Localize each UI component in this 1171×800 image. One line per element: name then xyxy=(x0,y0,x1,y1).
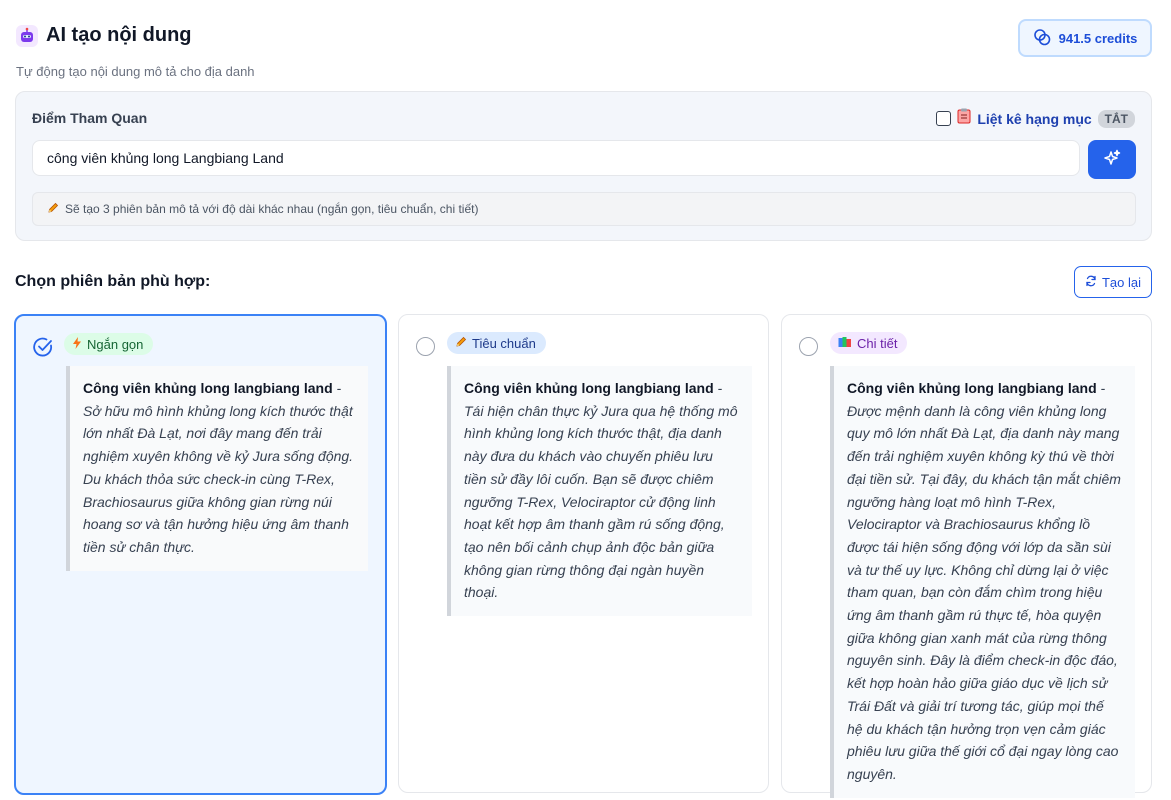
version-card-standard[interactable]: Tiêu chuẩn Công viên khủng long langbian… xyxy=(398,314,769,793)
description-title: Công viên khủng long langbiang land xyxy=(83,380,333,396)
version-card-short[interactable]: Ngắn gọn Công viên khủng long langbiang … xyxy=(14,314,387,795)
pencil-icon xyxy=(47,202,59,217)
refresh-icon xyxy=(1085,275,1097,290)
tag-label: Ngắn gọn xyxy=(87,336,144,352)
credits-badge[interactable]: 941.5 credits xyxy=(1018,19,1152,57)
tag-label: Chi tiết xyxy=(857,335,898,351)
coins-icon xyxy=(1033,28,1051,49)
list-checkbox[interactable] xyxy=(936,111,952,126)
credits-label: 941.5 credits xyxy=(1058,30,1138,46)
robot-icon xyxy=(16,24,38,47)
description-text: Công viên khủng long langbiang land - Sở… xyxy=(66,366,368,571)
sparkles-icon xyxy=(1103,149,1121,170)
books-icon xyxy=(838,336,852,351)
tag-standard: Tiêu chuẩn xyxy=(447,332,546,354)
page-subtitle: Tự động tạo nội dung mô tả cho địa danh xyxy=(16,64,255,79)
description-body: - Sở hữu mô hình khủng long kích thước t… xyxy=(83,380,354,555)
tag-label: Tiêu chuẩn xyxy=(472,335,536,351)
list-toggle[interactable]: Liệt kê hạng mục TẮT xyxy=(936,108,1135,129)
description-title: Công viên khủng long langbiang land xyxy=(847,380,1097,396)
check-circle-icon[interactable] xyxy=(32,336,54,358)
version-card-detailed[interactable]: Chi tiết Công viên khủng long langbiang … xyxy=(781,314,1152,798)
location-input[interactable] xyxy=(32,140,1080,176)
generate-button[interactable] xyxy=(1088,140,1136,179)
tag-detailed: Chi tiết xyxy=(830,332,908,354)
tag-short: Ngắn gọn xyxy=(64,333,154,355)
input-panel: Điểm Tham Quan Liệt kê hạng mục TẮT công… xyxy=(15,91,1152,241)
info-text: Sẽ tạo 3 phiên bản mô tả với độ dài khác… xyxy=(65,202,479,216)
toggle-state-badge: TẮT xyxy=(1097,109,1135,128)
regenerate-button[interactable]: Tạo lại xyxy=(1074,266,1152,298)
lightning-icon xyxy=(72,336,82,352)
pencil-icon xyxy=(455,336,467,351)
choose-version-label: Chọn phiên bản phù hợp: xyxy=(15,273,211,290)
description-body: - Tái hiện chân thực kỷ Jura qua hệ thốn… xyxy=(464,380,738,601)
list-toggle-label[interactable]: Liệt kê hạng mục xyxy=(977,111,1091,127)
description-text: Công viên khủng long langbiang land - Đư… xyxy=(830,366,1135,798)
clipboard-icon xyxy=(957,108,971,129)
page-title: AI tạo nội dung xyxy=(46,24,192,46)
description-title: Công viên khủng long langbiang land xyxy=(464,380,714,396)
radio-standard[interactable] xyxy=(416,337,435,356)
description-body: - Được mệnh danh là công viên khủng long… xyxy=(847,380,1121,782)
info-bar: Sẽ tạo 3 phiên bản mô tả với độ dài khác… xyxy=(32,192,1136,226)
regenerate-label: Tạo lại xyxy=(1101,274,1142,290)
description-text: Công viên khủng long langbiang land - Tá… xyxy=(447,366,752,617)
field-label: Điểm Tham Quan xyxy=(32,110,148,126)
page-header: AI tạo nội dung xyxy=(16,24,192,47)
radio-detailed[interactable] xyxy=(799,337,818,356)
